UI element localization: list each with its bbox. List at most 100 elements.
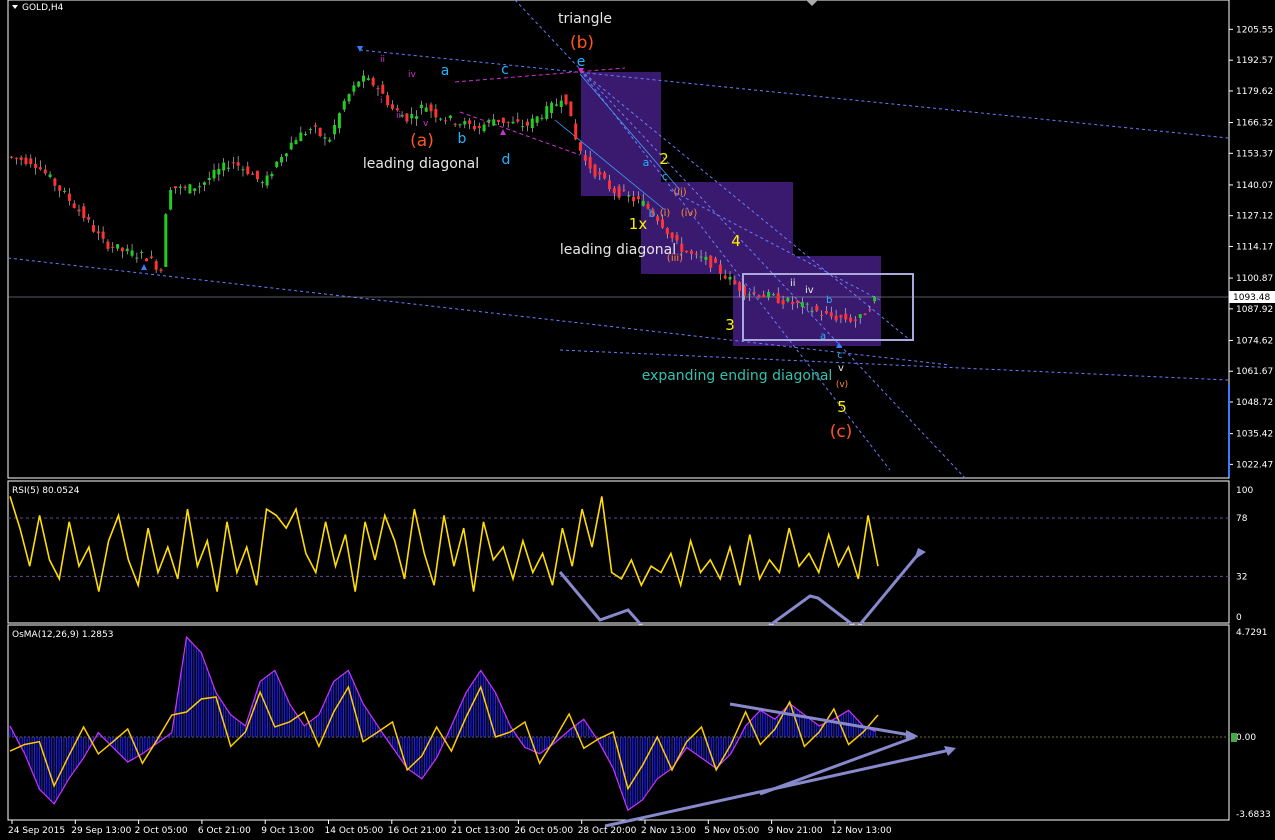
candle-body: [704, 256, 708, 260]
rsi-panel: [7, 480, 1230, 624]
candle-body: [511, 121, 515, 124]
candle-body: [598, 171, 602, 175]
candle-body: [607, 180, 611, 190]
price-axis: 1205.55 1192.57 1179.62 1166.32 1153.37 1140.…: [1229, 25, 1273, 470]
candle-body: [207, 177, 211, 180]
current-price-text: 1093.48: [1233, 293, 1270, 303]
candle-body: [362, 75, 366, 82]
candle-body: [342, 100, 346, 110]
candle-body: [308, 129, 312, 131]
osma-tick-label: 0.00: [1236, 733, 1256, 743]
label-iv-paren: (iv): [681, 208, 698, 219]
label-e: e: [577, 54, 586, 70]
price-tick-label: 1192.57: [1236, 56, 1273, 66]
candle-body: [699, 256, 703, 258]
candle-body: [164, 214, 168, 267]
candle-body: [497, 119, 501, 122]
label-a-small: a: [643, 156, 650, 169]
candle-body: [796, 300, 800, 304]
candle-body: [294, 140, 298, 145]
label-a-cyan: a: [441, 63, 450, 79]
label-iv-1: iv: [408, 70, 417, 80]
osma-axis: 4.7291 0.00 -3.6833: [1236, 628, 1271, 820]
label-3: 3: [725, 316, 735, 334]
candle-body: [231, 162, 235, 164]
candle-body: [680, 243, 684, 252]
candle-body: [834, 315, 838, 321]
candle-body: [255, 170, 259, 180]
time-tick-label: 2 Nov 13:00: [641, 826, 696, 836]
candle-body: [603, 172, 607, 179]
candle-body: [767, 292, 771, 298]
candle-body: [530, 118, 534, 129]
candle-body: [241, 169, 245, 171]
candle-body: [453, 123, 457, 125]
label-4: 4: [731, 232, 741, 250]
candle-body: [202, 182, 206, 185]
label-c-orange: (c): [830, 422, 853, 442]
label-expanding-ending-diagonal: expanding ending diagonal: [642, 368, 833, 384]
label-i-paren: (i): [660, 208, 671, 219]
candle-body: [463, 121, 467, 125]
candle-body: [622, 189, 626, 191]
candle-body: [289, 142, 293, 150]
candle-body: [212, 169, 216, 179]
time-tick-label: 2 Oct 05:00: [135, 826, 188, 836]
time-tick-label: 24 Sep 2015: [8, 826, 65, 836]
candle-body: [222, 162, 226, 171]
candle-body: [24, 157, 28, 165]
candle-body: [873, 296, 877, 302]
candle-body: [535, 116, 539, 123]
candle-body: [87, 217, 91, 220]
time-tick-label: 12 Nov 13:00: [831, 826, 892, 836]
label-leading-diagonal-1: leading diagonal: [363, 156, 479, 172]
rsi-tick-label: 78: [1236, 514, 1248, 524]
price-tick-label: 1114.17: [1236, 242, 1273, 252]
price-tick-label: 1153.37: [1236, 149, 1273, 159]
candle-body: [347, 94, 351, 102]
candle-body: [574, 123, 578, 140]
candle-body: [284, 153, 288, 157]
label-c-small: c: [662, 170, 668, 183]
label-b-small: b: [649, 207, 656, 220]
candle-body: [198, 186, 202, 188]
candle-body: [366, 78, 370, 81]
candle-body: [458, 124, 462, 126]
candle-body: [149, 256, 153, 258]
candle-body: [805, 303, 809, 305]
candle-body: [564, 94, 568, 105]
candle-body: [130, 250, 134, 256]
candle-body: [63, 190, 67, 192]
candle-body: [723, 275, 727, 279]
candle-body: [627, 195, 631, 197]
label-leading-diagonal-2: leading diagonal: [560, 242, 676, 258]
candle-body: [275, 161, 279, 168]
candle-body: [67, 193, 71, 201]
price-tick-label: 1035.42: [1236, 430, 1273, 440]
candle-body: [583, 155, 587, 161]
price-tick-label: 1205.55: [1236, 25, 1273, 35]
candle-body: [313, 125, 317, 127]
candle-body: [762, 294, 766, 298]
candle-body: [718, 264, 722, 274]
time-tick-label: 26 Oct 05:00: [514, 826, 573, 836]
candle-body: [468, 120, 472, 124]
candle-body: [376, 88, 380, 90]
price-tick-label: 1100.87: [1236, 274, 1273, 284]
candle-body: [829, 312, 833, 317]
candle-body: [169, 189, 173, 210]
candle-body: [96, 231, 100, 234]
osma-tick-label: -3.6833: [1236, 810, 1271, 820]
candle-body: [858, 314, 862, 318]
price-panel: [7, 0, 1230, 479]
candle-body: [91, 225, 95, 232]
candle-body: [810, 310, 814, 313]
candle-body: [82, 206, 86, 219]
candle-body: [323, 137, 327, 139]
rsi-title: RSI(5) 80.0524: [12, 486, 80, 496]
time-tick-label: 14 Oct 05:00: [325, 826, 384, 836]
candle-body: [815, 305, 819, 311]
candle-body: [251, 173, 255, 175]
candle-body: [448, 115, 452, 119]
price-tick-label: 1074.62: [1236, 336, 1273, 346]
